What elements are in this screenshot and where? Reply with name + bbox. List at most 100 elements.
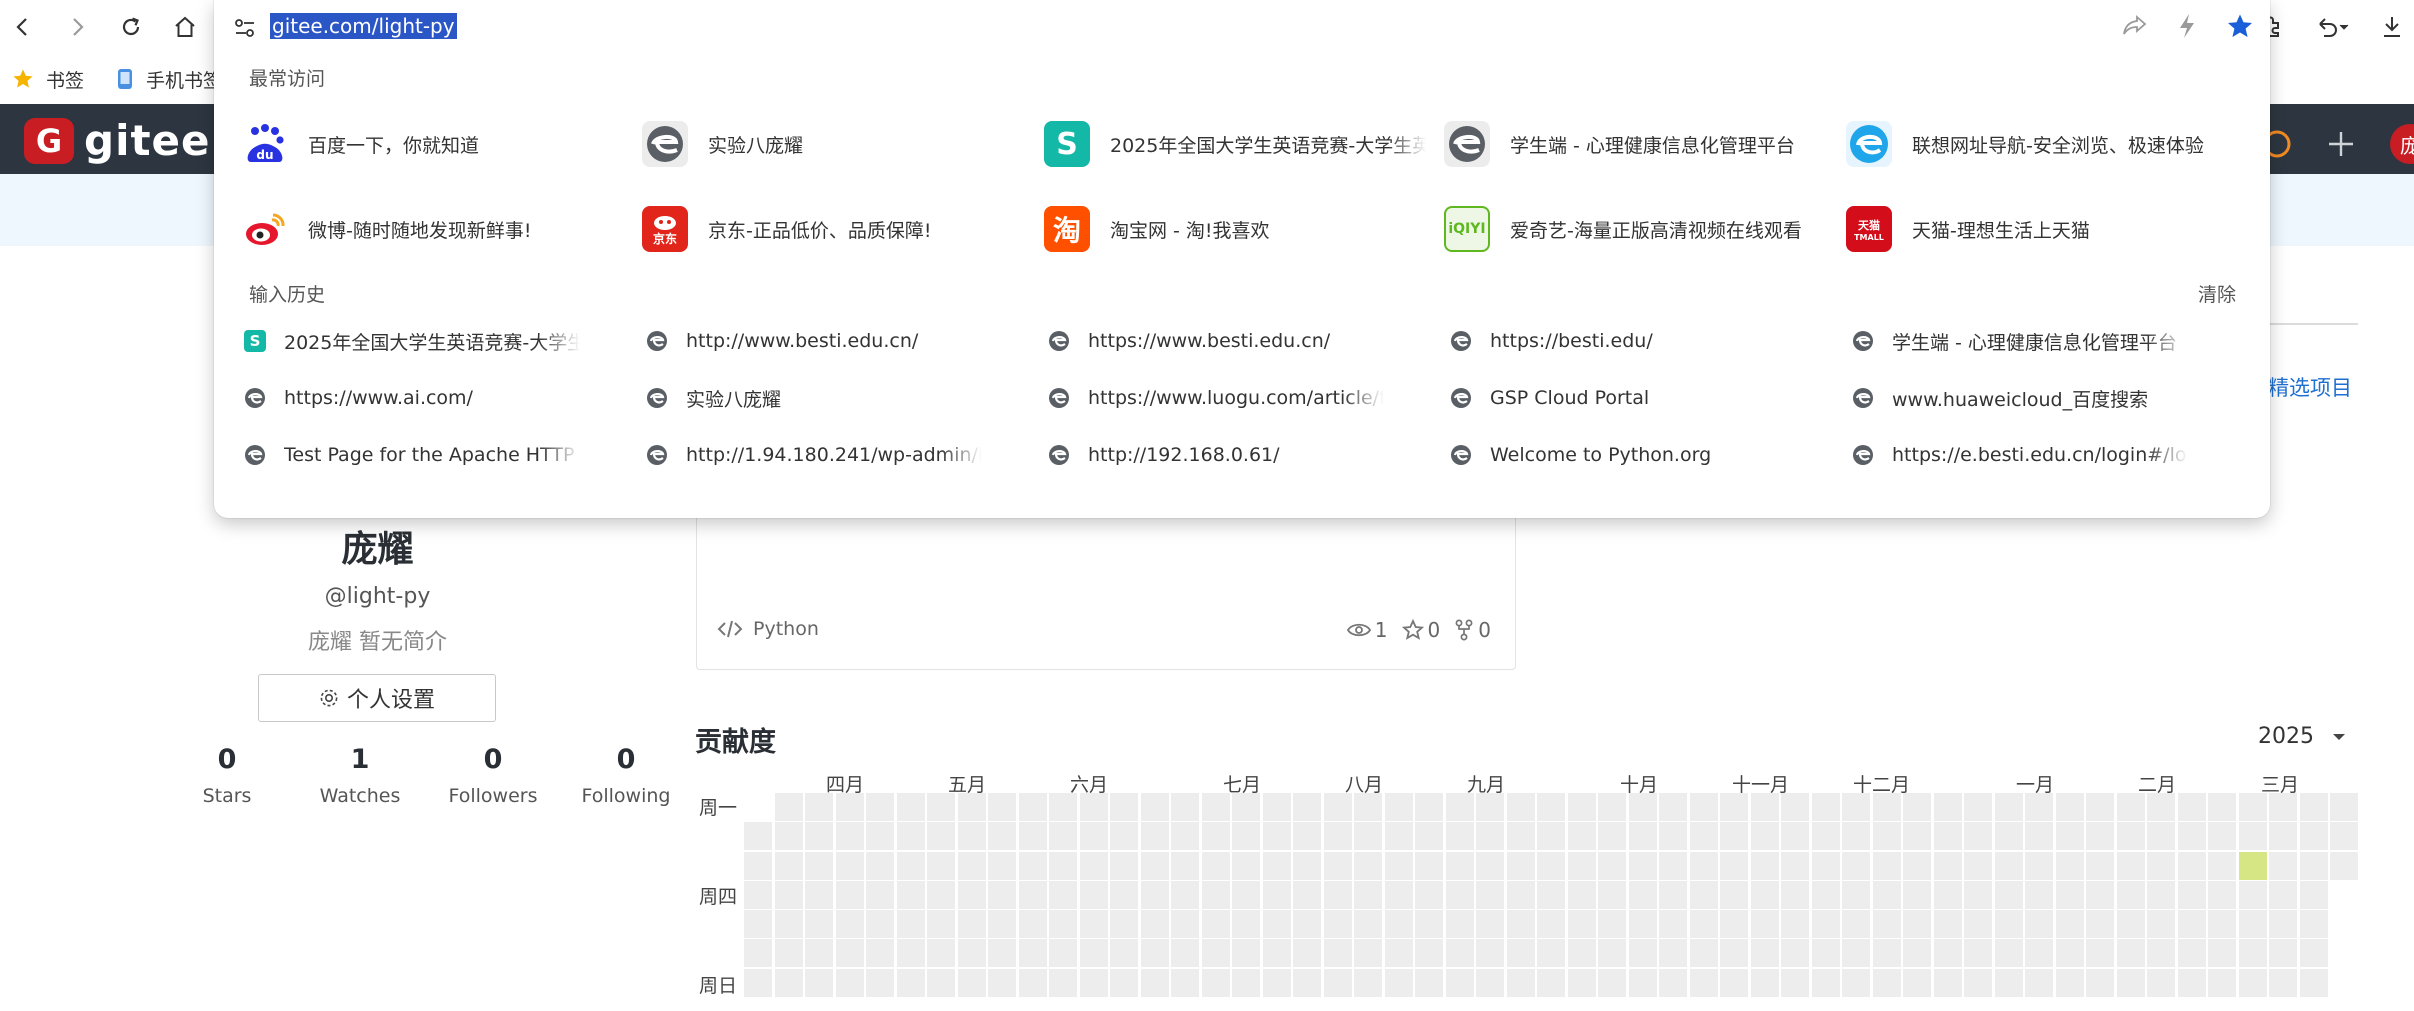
contribution-cell[interactable] [2056,822,2084,850]
contribution-cell[interactable] [2086,822,2114,850]
contribution-cell[interactable] [988,852,1016,880]
contribution-cell[interactable] [805,822,833,850]
contribution-cell[interactable] [1964,822,1992,850]
contribution-cell[interactable] [2117,852,2145,880]
contribution-cell[interactable] [1781,822,1809,850]
contribution-cell[interactable] [1659,852,1687,880]
contribution-cell[interactable] [1476,969,1504,997]
contribution-cell[interactable] [1568,910,1596,938]
history-item[interactable]: http://192.168.0.61/ [1048,440,1384,470]
contribution-cell[interactable] [2269,793,2297,821]
stat-following[interactable]: 0 Following [559,744,693,807]
contribution-cell[interactable] [958,793,986,821]
contribution-cell[interactable] [1659,793,1687,821]
contribution-cell[interactable] [836,822,864,850]
contribution-cell[interactable] [1049,822,1077,850]
contribution-cell[interactable] [1324,852,1352,880]
history-item[interactable]: https://www.luogu.com/article/fm [1048,383,1384,413]
contribution-cell[interactable] [1781,793,1809,821]
plus-icon[interactable] [2326,129,2356,159]
contribution-cell[interactable] [1141,969,1169,997]
contribution-cell[interactable] [1842,969,1870,997]
contribution-cell[interactable] [1232,793,1260,821]
contribution-cell[interactable] [744,969,772,997]
contribution-cell[interactable] [1934,793,1962,821]
contribution-cell[interactable] [775,852,803,880]
contribution-cell[interactable] [2147,852,2175,880]
contribution-cell[interactable] [2208,793,2236,821]
contribution-cell[interactable] [1964,910,1992,938]
contribution-cell[interactable] [1781,910,1809,938]
contribution-cell[interactable] [1812,852,1840,880]
contribution-cell[interactable] [836,881,864,909]
contribution-cell[interactable] [1293,793,1321,821]
contribution-cell[interactable] [805,881,833,909]
contribution-cell[interactable] [1049,881,1077,909]
contribution-cell[interactable] [1507,939,1535,967]
contribution-cell[interactable] [2178,969,2206,997]
contribution-cell[interactable] [1385,910,1413,938]
contribution-cell[interactable] [1751,939,1779,967]
contribution-cell[interactable] [1690,881,1718,909]
contribution-cell[interactable] [2269,881,2297,909]
back-button[interactable] [6,10,40,44]
contribution-cell[interactable] [1415,822,1443,850]
contribution-cell[interactable] [1019,910,1047,938]
contribution-cell[interactable] [1141,939,1169,967]
contribution-cell[interactable] [1507,969,1535,997]
contribution-cell[interactable] [1964,852,1992,880]
contribution-cell[interactable] [1293,939,1321,967]
contribution-cell[interactable] [958,881,986,909]
contribution-cell[interactable] [1446,910,1474,938]
contribution-cell[interactable] [1995,910,2023,938]
contribution-cell[interactable] [1568,881,1596,909]
contribution-cell[interactable] [1202,969,1230,997]
contribution-cell[interactable] [1202,910,1230,938]
contribution-cell[interactable] [1141,822,1169,850]
contribution-cell[interactable] [1598,793,1626,821]
contribution-cell[interactable] [775,969,803,997]
contribution-cell[interactable] [1171,881,1199,909]
contribution-cell[interactable] [1354,910,1382,938]
contribution-cell[interactable] [1720,939,1748,967]
contribution-cell[interactable] [1232,910,1260,938]
contribution-cell[interactable] [744,910,772,938]
contribution-cell[interactable] [1141,910,1169,938]
contribution-cell[interactable] [1354,793,1382,821]
frequent-tile[interactable]: 天猫 TMALL 天猫-理想生活上天猫 [1846,202,2090,256]
contribution-cell[interactable] [958,852,986,880]
contribution-cell[interactable] [1080,852,1108,880]
frequent-tile[interactable]: 联想网址导航-安全浏览、极速体验 [1846,117,2204,171]
contribution-cell[interactable] [1903,822,1931,850]
featured-projects-link[interactable]: 精选项目 [2268,372,2352,402]
history-item[interactable]: S 2025年全国大学生英语竞赛-大学生英语竞赛 [244,326,580,356]
contribution-cell[interactable] [1049,793,1077,821]
contribution-cell[interactable] [1446,881,1474,909]
history-item[interactable]: 实验八庞耀 [646,383,982,413]
user-avatar[interactable]: 庞 [2390,124,2414,164]
contribution-cell[interactable] [897,881,925,909]
contribution-cell[interactable] [2056,939,2084,967]
contribution-cell[interactable] [744,881,772,909]
contribution-cell[interactable] [1781,852,1809,880]
contribution-cell[interactable] [2117,969,2145,997]
contribution-cell[interactable] [2147,910,2175,938]
contribution-cell[interactable] [1019,881,1047,909]
contribution-cell[interactable] [2086,881,2114,909]
contribution-cell[interactable] [2239,969,2267,997]
contribution-cell[interactable] [2178,939,2206,967]
contribution-cell[interactable] [1232,852,1260,880]
contribution-cell[interactable] [1629,793,1657,821]
contribution-cell[interactable] [2025,939,2053,967]
contribution-cell[interactable] [836,969,864,997]
contribution-cell[interactable] [1385,793,1413,821]
contribution-cell[interactable] [897,822,925,850]
contribution-cell[interactable] [775,939,803,967]
contribution-cell[interactable] [1354,881,1382,909]
contribution-cell[interactable] [1263,793,1291,821]
gitee-logo[interactable]: G gitee [24,116,211,165]
contribution-cell[interactable] [1720,881,1748,909]
contribution-cell[interactable] [866,793,894,821]
contribution-cell[interactable] [1415,969,1443,997]
contribution-cell[interactable] [1751,969,1779,997]
